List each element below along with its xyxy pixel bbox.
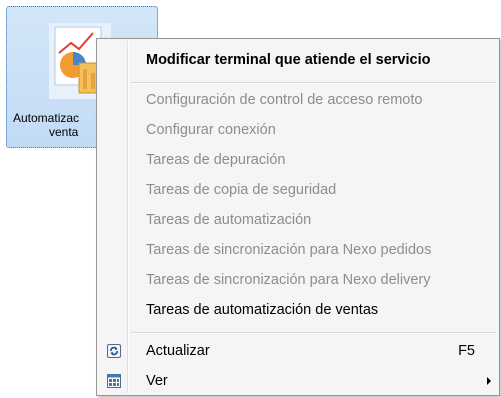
menu-item-label: Tareas de sincronización para Nexo deliv…	[146, 272, 431, 288]
desktop-icon-label-line1: Automatizac	[13, 111, 80, 125]
menu-item-control-acceso-remoto[interactable]: Configuración de control de acceso remot…	[99, 85, 497, 115]
menu-item-automatizacion-ventas[interactable]: Tareas de automatización de ventas	[99, 295, 497, 325]
menu-item-sincronizacion-nexo-pedidos[interactable]: Tareas de sincronización para Nexo pedid…	[99, 235, 497, 265]
submenu-arrow-icon	[487, 377, 491, 385]
menu-item-label: Tareas de automatización de ventas	[146, 302, 379, 318]
menu-item-label: Tareas de copia de seguridad	[146, 182, 337, 198]
menu-item-label: Tareas de automatización	[146, 212, 312, 228]
menu-item-label: Configuración de control de acceso remot…	[146, 92, 423, 108]
menu-item-tareas-automatizacion[interactable]: Tareas de automatización	[99, 205, 497, 235]
menu-item-label: Tareas de depuración	[146, 152, 286, 168]
menu-separator	[131, 332, 495, 334]
context-menu: Modificar terminal que atiende el servic…	[96, 38, 500, 396]
menu-item-ver[interactable]: Ver	[99, 366, 497, 396]
menu-item-configurar-conexion[interactable]: Configurar conexión	[99, 115, 497, 145]
desktop: Automatizac venta Modificar terminal que…	[0, 0, 501, 398]
menu-item-actualizar[interactable]: Actualizar F5	[99, 336, 497, 366]
menu-item-label: Actualizar	[146, 343, 210, 359]
menu-item-modificar-terminal[interactable]: Modificar terminal que atiende el servic…	[99, 45, 497, 75]
menu-item-sincronizacion-nexo-delivery[interactable]: Tareas de sincronización para Nexo deliv…	[99, 265, 497, 295]
keyboard-shortcut: F5	[458, 343, 475, 359]
menu-item-tareas-copia-seguridad[interactable]: Tareas de copia de seguridad	[99, 175, 497, 205]
menu-item-label: Tareas de sincronización para Nexo pedid…	[146, 242, 432, 258]
menu-item-tareas-depuracion[interactable]: Tareas de depuración	[99, 145, 497, 175]
menu-item-label: Ver	[146, 373, 168, 389]
menu-item-label: Configurar conexión	[146, 122, 276, 138]
view-icon	[107, 374, 121, 388]
refresh-icon	[107, 344, 121, 358]
menu-item-label: Modificar terminal que atiende el servic…	[146, 52, 431, 68]
menu-separator	[131, 82, 495, 84]
